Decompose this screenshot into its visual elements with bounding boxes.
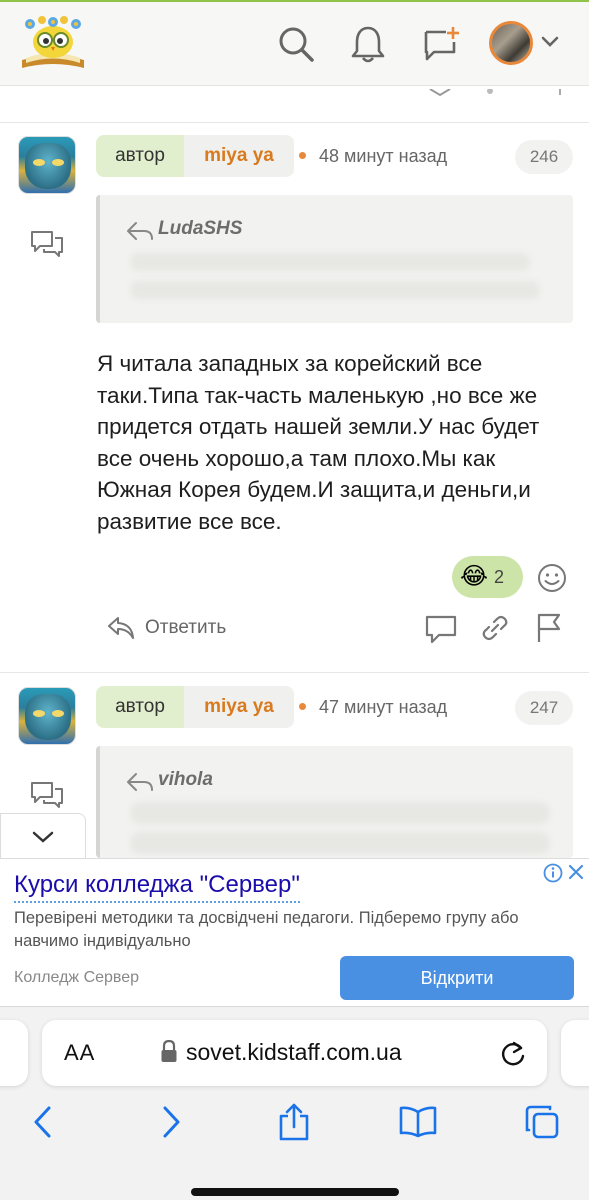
author-name[interactable]: miya ya	[184, 686, 294, 728]
previous-tab-edge[interactable]	[0, 1020, 28, 1086]
reader-text-size-button[interactable]: AA	[64, 1040, 95, 1066]
home-indicator	[191, 1188, 399, 1196]
reply-button[interactable]: Ответить	[145, 617, 226, 639]
separator-dot	[299, 152, 306, 159]
ad-advertiser: Колледж Сервер	[14, 969, 140, 986]
reply-arrow-icon	[126, 772, 154, 797]
link-icon[interactable]	[481, 614, 509, 647]
author-badge: автор	[96, 135, 184, 177]
back-icon[interactable]	[18, 1097, 68, 1147]
share-icon[interactable]	[269, 1097, 319, 1147]
private-message-icon[interactable]	[30, 781, 64, 814]
top-navbar	[0, 0, 589, 86]
private-message-icon[interactable]	[30, 230, 64, 263]
new-message-icon[interactable]	[418, 22, 462, 66]
ad-banner[interactable]: Курси колледжа "Сервер" Перевірені метод…	[0, 858, 589, 1006]
chevron-down-icon	[32, 831, 54, 843]
reply-icon[interactable]	[106, 614, 136, 647]
post-author-avatar[interactable]	[18, 136, 76, 194]
post-body: Я читала западных за корейский все таки.…	[97, 348, 577, 537]
bell-icon[interactable]	[346, 22, 390, 66]
laughing-emoji-icon: 😂	[460, 563, 489, 590]
blurred-quote-text	[130, 281, 540, 299]
post-divider	[0, 122, 589, 123]
bookmarks-icon[interactable]	[393, 1097, 443, 1147]
post-divider	[0, 672, 589, 673]
post-text-line: придется отдать нашей земли.У нас будет	[97, 414, 540, 439]
post-text-line: Южная Корея будем.И защита,и деньги,и	[97, 477, 531, 502]
next-tab-edge[interactable]	[561, 1020, 589, 1086]
tabs-icon[interactable]	[517, 1097, 567, 1147]
lock-icon	[160, 1039, 178, 1069]
add-reaction-icon[interactable]	[536, 562, 568, 599]
reply-arrow-icon	[126, 221, 154, 246]
ad-title[interactable]: Курси колледжа "Сервер"	[14, 871, 300, 903]
blurred-quote-text	[130, 253, 530, 271]
blurred-quote-text	[130, 802, 550, 824]
post-number[interactable]: 246	[515, 140, 573, 174]
author-badge: автор	[96, 686, 184, 728]
reaction-count: 2	[494, 566, 505, 587]
ad-info-icon[interactable]	[543, 863, 563, 888]
browser-toolbar: AA sovet.kidstaff.com.ua	[0, 1006, 589, 1200]
post-author-avatar[interactable]	[18, 687, 76, 745]
post-text-line: все очень хорошо,а там плохо.Мы как	[97, 445, 496, 471]
address-bar[interactable]: AA sovet.kidstaff.com.ua	[42, 1020, 547, 1086]
quote-block: LudaSHS	[96, 195, 573, 323]
ad-collapse-button[interactable]	[0, 813, 86, 859]
search-icon[interactable]	[274, 22, 318, 66]
chevron-down-icon[interactable]	[540, 35, 560, 54]
post-time[interactable]: 47 минут назад	[319, 697, 447, 718]
url-text[interactable]: sovet.kidstaff.com.ua	[186, 1039, 402, 1066]
author-name[interactable]: miya ya	[184, 135, 294, 177]
reload-icon[interactable]	[499, 1040, 527, 1073]
post-time[interactable]: 48 минут назад	[319, 146, 447, 167]
quote-author: vihola	[158, 769, 213, 790]
post-text-line: таки.Типа так-часть маленькую ,но все же	[97, 382, 538, 408]
comment-icon[interactable]	[424, 614, 458, 649]
previous-post-actions-remnant	[420, 86, 570, 104]
blurred-quote-text	[130, 832, 550, 854]
post-number[interactable]: 247	[515, 691, 573, 725]
separator-dot	[299, 703, 306, 710]
ad-open-button[interactable]: Відкрити	[340, 956, 574, 1000]
report-flag-icon[interactable]	[535, 612, 563, 649]
reaction-pill[interactable]: 😂 2	[452, 556, 523, 598]
site-logo[interactable]	[16, 14, 90, 72]
ad-close-icon[interactable]	[567, 863, 585, 886]
post-text-line: развитие все все.	[97, 508, 282, 534]
ad-description: Перевірені методики та досвідчені педаго…	[14, 909, 519, 950]
forward-icon[interactable]	[146, 1097, 196, 1147]
quote-author: LudaSHS	[158, 218, 243, 239]
post-text-line: Я читала западных за корейский все	[97, 351, 483, 376]
user-avatar[interactable]	[489, 21, 533, 65]
quote-block: vihola	[96, 746, 573, 858]
